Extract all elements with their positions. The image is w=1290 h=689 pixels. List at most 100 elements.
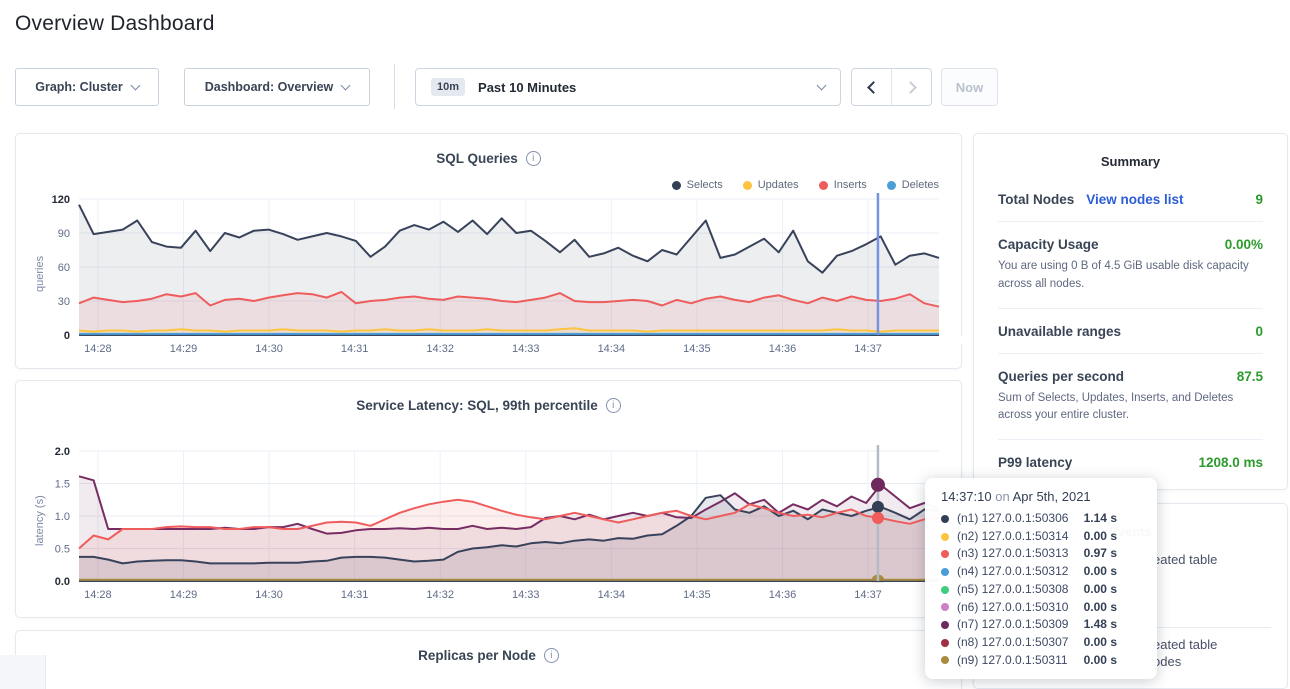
- event-item-fragment[interactable]: odes: [1153, 654, 1181, 669]
- tooltip-node-row: (n5) 127.0.0.1:503080.00 s: [941, 581, 1143, 599]
- tooltip-node-address: (n3) 127.0.0.1:50313: [957, 545, 1068, 563]
- svg-text:14:35: 14:35: [683, 343, 711, 355]
- svg-text:14:29: 14:29: [170, 589, 198, 601]
- tooltip-node-address: (n5) 127.0.0.1:50308: [957, 581, 1068, 599]
- tooltip-node-address: (n9) 127.0.0.1:50311: [957, 652, 1068, 670]
- info-icon[interactable]: [544, 648, 559, 663]
- summary-row-capacity: Capacity Usage 0.00% You are using 0 B o…: [998, 222, 1263, 309]
- unavailable-ranges-value: 0: [1255, 324, 1263, 339]
- svg-text:14:33: 14:33: [512, 589, 540, 601]
- svg-text:14:30: 14:30: [255, 343, 283, 355]
- tooltip-node-row: (n1) 127.0.0.1:503061.14 s: [941, 510, 1143, 528]
- tooltip-node-value: 0.00 s: [1084, 528, 1143, 546]
- node-color-dot-icon: [941, 568, 949, 576]
- service-latency-chart[interactable]: 0.00.51.01.52.014:2814:2914:3014:3114:32…: [16, 427, 963, 613]
- time-range-badge: 10m: [431, 78, 465, 96]
- svg-text:14:33: 14:33: [512, 343, 540, 355]
- tooltip-node-value: 0.00 s: [1084, 599, 1143, 617]
- summary-panel: Summary Total Nodes View nodes list 9 Ca…: [973, 133, 1288, 490]
- svg-text:14:35: 14:35: [683, 589, 711, 601]
- node-color-dot-icon: [941, 603, 949, 611]
- total-nodes-value: 9: [1255, 192, 1263, 207]
- sql-queries-chart[interactable]: 030609012014:2814:2914:3014:3114:3214:33…: [16, 186, 963, 368]
- tooltip-node-value: 0.00 s: [1084, 563, 1143, 581]
- summary-title: Summary: [998, 134, 1263, 177]
- chevron-down-icon: [341, 80, 351, 90]
- legend-item-selects[interactable]: Selects: [672, 179, 723, 191]
- legend-item-updates[interactable]: Updates: [743, 179, 799, 191]
- tooltip-rows: (n1) 127.0.0.1:503061.14 s(n2) 127.0.0.1…: [941, 510, 1143, 669]
- svg-text:14:34: 14:34: [598, 343, 626, 355]
- graph-dropdown-label: Graph: Cluster: [35, 80, 123, 94]
- qps-value: 87.5: [1237, 369, 1263, 384]
- p99-latency-value: 1208.0 ms: [1198, 455, 1263, 470]
- p99-latency-label: P99 latency: [998, 455, 1072, 470]
- node-color-dot-icon: [941, 639, 949, 647]
- tooltip-node-address: (n1) 127.0.0.1:50306: [957, 510, 1068, 528]
- page-title: Overview Dashboard: [15, 12, 215, 36]
- service-latency-card: Service Latency: SQL, 99th percentile la…: [15, 380, 962, 618]
- overview-dashboard-page: Overview Dashboard Graph: Cluster Dashbo…: [0, 0, 1290, 689]
- capacity-label: Capacity Usage: [998, 237, 1099, 252]
- tooltip-header: 14:37:10 on Apr 5th, 2021: [941, 489, 1143, 504]
- graph-dropdown[interactable]: Graph: Cluster: [15, 68, 159, 106]
- legend-label: Inserts: [834, 179, 867, 191]
- svg-text:0.5: 0.5: [55, 544, 70, 556]
- tooltip-node-value: 0.97 s: [1084, 545, 1143, 563]
- now-button[interactable]: Now: [941, 68, 998, 106]
- node-color-dot-icon: [941, 550, 949, 558]
- time-prev-button[interactable]: [852, 69, 892, 105]
- total-nodes-label: Total Nodes: [998, 192, 1074, 207]
- controls-divider: [394, 64, 395, 109]
- chevron-right-icon: [904, 81, 917, 94]
- tooltip-node-address: (n6) 127.0.0.1:50310: [957, 599, 1068, 617]
- sql-queries-card: SQL Queries SelectsUpdatesInsertsDeletes…: [15, 133, 962, 369]
- svg-text:60: 60: [58, 262, 70, 274]
- legend-dot-icon: [819, 181, 828, 190]
- event-item-fragment[interactable]: eated table: [1153, 637, 1217, 652]
- svg-text:1.0: 1.0: [55, 511, 70, 523]
- tooltip-node-row: (n7) 127.0.0.1:503091.48 s: [941, 616, 1143, 634]
- tooltip-node-value: 0.00 s: [1084, 652, 1143, 670]
- svg-text:90: 90: [58, 228, 70, 240]
- legend-dot-icon: [743, 181, 752, 190]
- tooltip-node-address: (n4) 127.0.0.1:50312: [957, 563, 1068, 581]
- replicas-per-node-card: Replicas per Node: [15, 630, 962, 689]
- tooltip-time: 14:37:10: [941, 489, 992, 504]
- legend-dot-icon: [672, 181, 681, 190]
- info-icon[interactable]: [526, 151, 541, 166]
- time-next-button[interactable]: [892, 69, 931, 105]
- tooltip-node-value: 1.48 s: [1084, 616, 1143, 634]
- tooltip-node-address: (n8) 127.0.0.1:50307: [957, 634, 1068, 652]
- qps-desc: Sum of Selects, Updates, Inserts, and De…: [998, 390, 1263, 426]
- capacity-value: 0.00%: [1225, 237, 1263, 252]
- node-color-dot-icon: [941, 586, 949, 594]
- event-item-fragment[interactable]: eated table: [1153, 552, 1217, 567]
- legend-item-deletes[interactable]: Deletes: [887, 179, 939, 191]
- dashboard-dropdown[interactable]: Dashboard: Overview: [184, 68, 370, 106]
- summary-row-qps: Queries per second 87.5 Sum of Selects, …: [998, 354, 1263, 441]
- replicas-title: Replicas per Node: [418, 648, 536, 663]
- view-nodes-list-link[interactable]: View nodes list: [1086, 192, 1183, 207]
- svg-text:30: 30: [58, 296, 70, 308]
- svg-text:2.0: 2.0: [55, 446, 70, 458]
- chart-tooltip: 14:37:10 on Apr 5th, 2021 (n1) 127.0.0.1…: [925, 478, 1157, 679]
- legend-label: Updates: [758, 179, 799, 191]
- svg-text:14:36: 14:36: [769, 343, 797, 355]
- svg-text:14:28: 14:28: [84, 343, 112, 355]
- svg-text:0.0: 0.0: [55, 576, 70, 588]
- tooltip-node-row: (n6) 127.0.0.1:50310 0.00 s: [941, 599, 1143, 617]
- replicas-title-row: Replicas per Node: [16, 631, 961, 663]
- svg-text:14:30: 14:30: [255, 589, 283, 601]
- unavailable-ranges-label: Unavailable ranges: [998, 324, 1121, 339]
- tooltip-node-address: (n2) 127.0.0.1:50314: [957, 528, 1068, 546]
- sql-legend: Selects Updates Inserts Deletes: [672, 179, 939, 191]
- svg-text:14:32: 14:32: [426, 343, 454, 355]
- dashboard-dropdown-label: Dashboard: Overview: [205, 80, 334, 94]
- summary-row-unavailable: Unavailable ranges 0: [998, 309, 1263, 354]
- capacity-desc: You are using 0 B of 4.5 GiB usable disk…: [998, 258, 1263, 294]
- tooltip-connector: on: [995, 489, 1009, 504]
- time-range-picker[interactable]: 10m Past 10 Minutes: [415, 68, 841, 106]
- info-icon[interactable]: [606, 398, 621, 413]
- legend-item-inserts[interactable]: Inserts: [819, 179, 867, 191]
